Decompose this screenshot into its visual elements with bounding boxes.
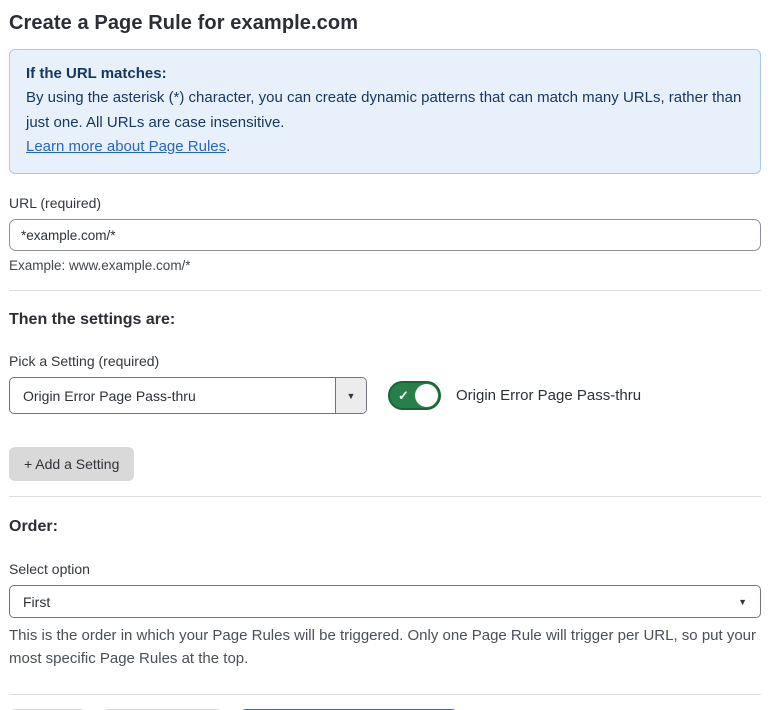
divider [9, 290, 761, 292]
toggle-label: Origin Error Page Pass-thru [456, 387, 642, 405]
url-match-info-box: If the URL matches: By using the asteris… [9, 49, 761, 175]
url-example-helper: Example: www.example.com/* [9, 258, 191, 274]
divider [9, 496, 761, 498]
caret-down-icon: ▼ [738, 596, 747, 607]
page-title: Create a Page Rule for example.com [9, 12, 359, 34]
toggle-knob [415, 384, 438, 408]
info-box-heading: If the URL matches: [26, 65, 167, 82]
learn-more-link[interactable]: Learn more about Page Rules [26, 138, 226, 155]
caret-down-icon: ▼ [346, 390, 356, 401]
setting-select[interactable]: Origin Error Page Pass-thru ▼ [9, 377, 367, 415]
create-page-rule-form: Create a Page Rule for example.com If th… [0, 0, 770, 710]
pick-setting-label: Pick a Setting (required) [9, 353, 160, 370]
setting-select-value: Origin Error Page Pass-thru [23, 387, 196, 404]
link-period: . [226, 137, 231, 155]
order-select-label: Select option [9, 561, 90, 578]
settings-section-heading: Then the settings are: [9, 311, 176, 329]
check-icon: ✓ [398, 388, 409, 404]
order-select[interactable]: First ▼ [9, 585, 761, 619]
setting-toggle[interactable]: ✓ [388, 381, 441, 411]
url-field-label: URL (required) [9, 195, 102, 212]
setting-row: Origin Error Page Pass-thru ▼ ✓ Origin E… [9, 377, 761, 415]
divider [9, 693, 761, 695]
setting-select-arrow-button[interactable]: ▼ [335, 378, 366, 414]
order-section-heading: Order: [9, 518, 58, 536]
info-box-body: By using the asterisk (*) character, you… [26, 89, 742, 131]
add-setting-button[interactable]: + Add a Setting [9, 447, 135, 482]
order-select-value: First [23, 593, 51, 610]
order-helper-text: This is the order in which your Page Rul… [9, 627, 757, 668]
url-input[interactable] [9, 219, 761, 252]
